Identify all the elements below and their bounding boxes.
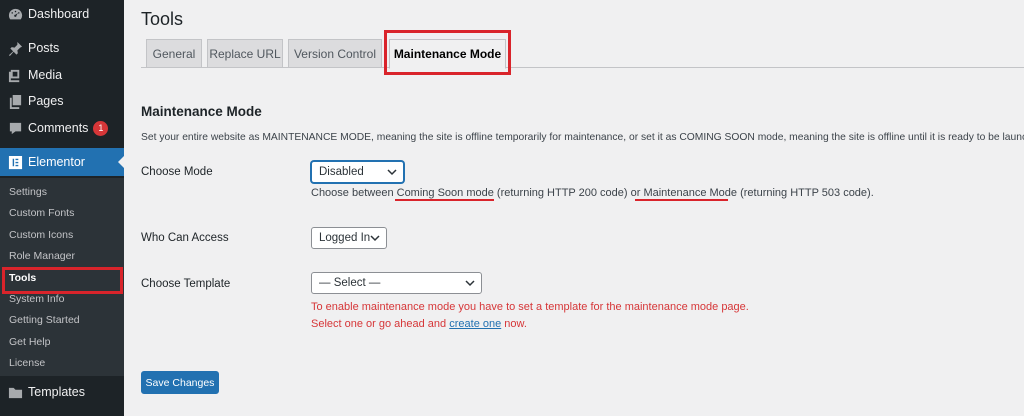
tab-general[interactable]: General <box>146 39 202 68</box>
sidebar-item-comments[interactable]: Comments 1 <box>0 115 124 141</box>
save-changes-button[interactable]: Save Changes <box>141 371 219 394</box>
main-content: Tools General Replace URL Version Contro… <box>124 0 1024 416</box>
choose-mode-help: Choose between Coming Soon mode (returni… <box>311 187 874 199</box>
red-underline-coming-soon <box>395 199 494 201</box>
choose-template-value: — Select — <box>319 277 381 289</box>
comment-count-badge: 1 <box>93 120 109 136</box>
sidebar-item-dashboard[interactable]: Dashboard <box>0 1 124 27</box>
who-can-access-select[interactable]: Logged In <box>311 227 387 249</box>
dashboard-icon <box>7 6 23 22</box>
submenu-item-license[interactable]: License <box>0 353 124 374</box>
submenu-item-get-help[interactable]: Get Help <box>0 332 124 353</box>
sidebar-item-posts[interactable]: Posts <box>0 35 124 61</box>
sidebar-item-label: Pages <box>28 94 64 108</box>
sidebar-item-label: Dashboard <box>28 7 90 21</box>
sidebar-item-label: Posts <box>28 41 60 55</box>
choose-template-label: Choose Template <box>141 278 231 290</box>
choose-mode-label: Choose Mode <box>141 166 213 178</box>
tab-replace-url[interactable]: Replace URL <box>207 39 283 68</box>
template-error-message: To enable maintenance mode you have to s… <box>311 301 749 313</box>
media-icon <box>7 67 23 83</box>
sidebar-item-label: Comments <box>28 121 89 135</box>
sidebar-item-label: Media <box>28 68 63 82</box>
create-template-link[interactable]: create one <box>449 318 501 330</box>
section-description: Set your entire website as MAINTENANCE M… <box>141 132 1024 143</box>
tab-version-control[interactable]: Version Control <box>288 39 382 68</box>
chevron-down-icon <box>465 278 475 288</box>
choose-template-select[interactable]: — Select — <box>311 272 482 294</box>
who-can-access-value: Logged In <box>319 232 371 244</box>
submenu-item-custom-icons[interactable]: Custom Icons <box>0 225 124 246</box>
sidebar-item-pages[interactable]: Pages <box>0 88 124 114</box>
folder-icon <box>7 384 23 400</box>
submenu-item-getting-started[interactable]: Getting Started <box>0 310 124 331</box>
coming-soon-mode-term: Coming Soon mode <box>396 187 494 199</box>
elementor-icon <box>7 154 23 170</box>
maintenance-mode-term: Maintenance Mode <box>643 187 738 199</box>
page-title: Tools <box>141 9 184 29</box>
tab-highlight-box <box>384 30 511 75</box>
choose-mode-select[interactable]: Disabled <box>311 161 404 183</box>
comment-icon <box>7 120 23 136</box>
pages-icon <box>7 93 23 109</box>
who-can-access-label: Who Can Access <box>141 232 229 244</box>
red-underline-maintenance <box>635 199 728 201</box>
template-error-hint: Select one or go ahead and create one no… <box>311 318 527 330</box>
chevron-down-icon <box>387 167 397 177</box>
chevron-down-icon <box>370 233 380 243</box>
sidebar-item-templates[interactable]: Templates <box>0 379 124 405</box>
sidebar-item-elementor[interactable]: Elementor <box>0 148 124 176</box>
choose-mode-value: Disabled <box>319 166 364 178</box>
submenu-item-role-manager[interactable]: Role Manager <box>0 246 124 267</box>
submenu-item-settings[interactable]: Settings <box>0 182 124 203</box>
tools-highlight-box <box>2 267 123 294</box>
sidebar-item-label: Templates <box>28 385 85 399</box>
pin-icon <box>7 40 23 56</box>
sidebar-item-media[interactable]: Media <box>0 62 124 88</box>
section-title: Maintenance Mode <box>141 104 262 119</box>
submenu-item-custom-fonts[interactable]: Custom Fonts <box>0 203 124 224</box>
sidebar-item-label: Elementor <box>28 155 85 169</box>
admin-sidebar: Dashboard Posts Media Pages Comments 1 E… <box>0 0 124 416</box>
